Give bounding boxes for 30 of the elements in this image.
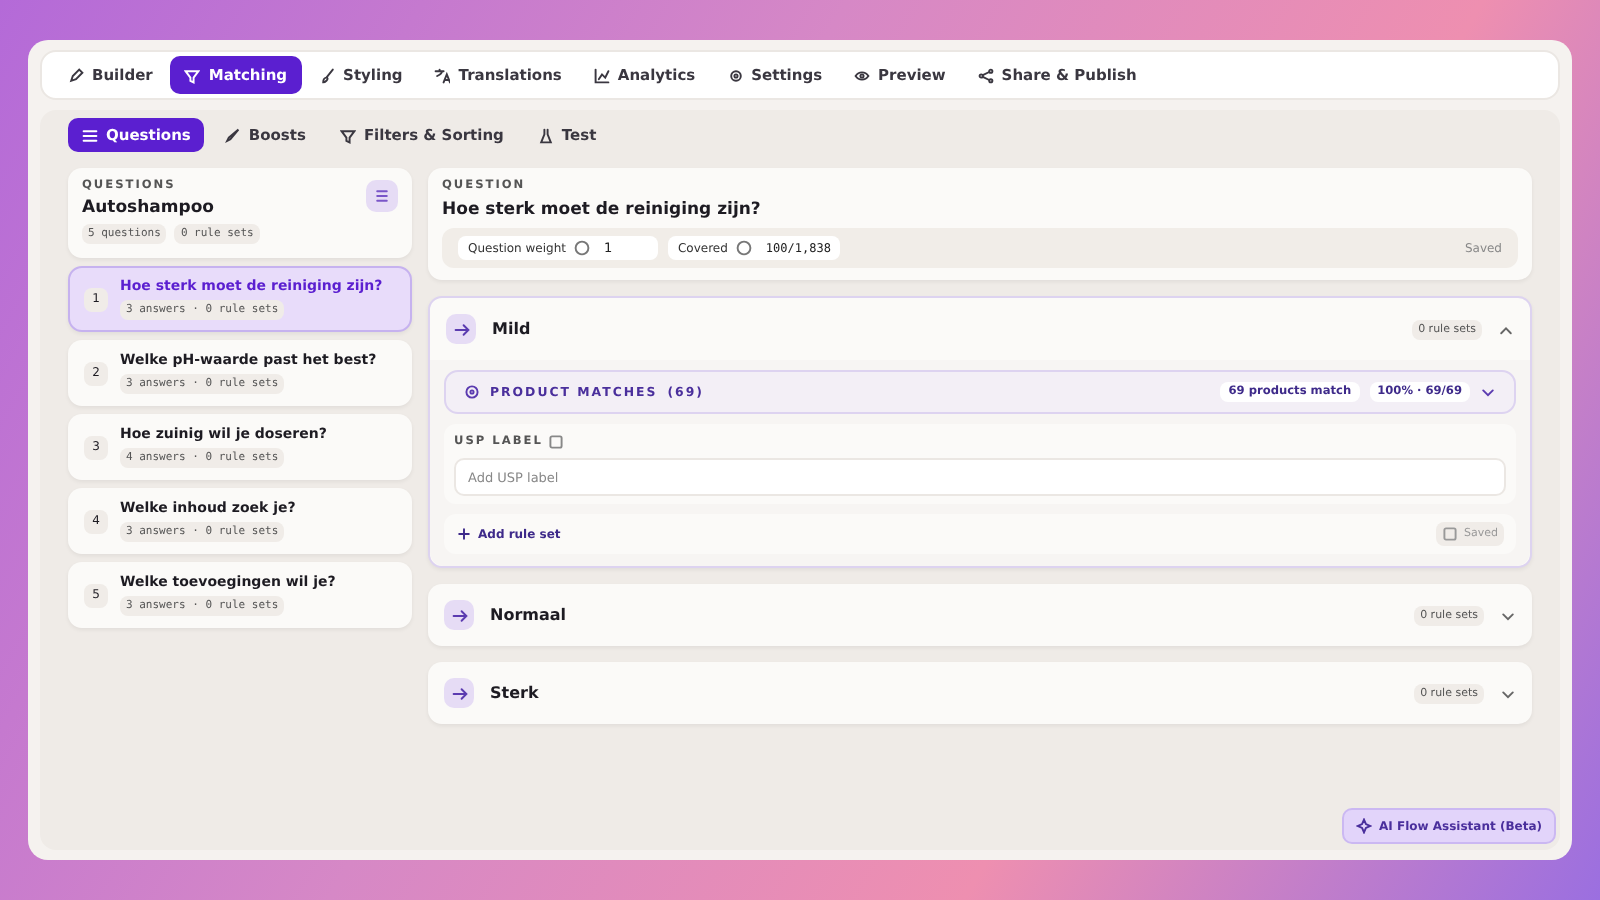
- share-icon: [977, 67, 994, 83]
- plus-icon: [456, 526, 472, 542]
- chevron-down-icon: [1480, 384, 1496, 400]
- chevron-down-icon: [1500, 685, 1516, 701]
- answer-title: Normaal: [490, 606, 569, 624]
- brush-icon: [319, 67, 336, 83]
- list-icon: [82, 127, 98, 143]
- expand-toggle[interactable]: [1500, 607, 1516, 623]
- sparkle-icon: [1355, 818, 1372, 834]
- answer-title: Mild: [492, 320, 533, 338]
- chevron-down-icon: [1500, 607, 1516, 623]
- pencil-icon: [68, 67, 84, 83]
- arrow-icon: [446, 314, 476, 344]
- question-heading: Hoe sterk moet de reiniging zijn?: [442, 200, 763, 220]
- target-icon: [464, 384, 480, 400]
- info-icon: [735, 240, 752, 256]
- translate-icon: [434, 67, 451, 83]
- eye-icon: [854, 67, 871, 83]
- list-icon: [374, 188, 390, 204]
- list-button[interactable]: [366, 180, 398, 212]
- arrow-icon: [444, 600, 474, 630]
- answer-title: Sterk: [490, 684, 541, 702]
- expand-toggle[interactable]: [1500, 685, 1516, 701]
- flask-icon: [537, 127, 554, 143]
- sidebar-title: Autoshampoo: [82, 198, 216, 218]
- funnel-icon: [339, 127, 356, 143]
- funnel-icon: [184, 67, 201, 83]
- info-icon: [573, 240, 590, 256]
- chart-icon: [593, 67, 610, 83]
- arrow-icon: [444, 678, 474, 708]
